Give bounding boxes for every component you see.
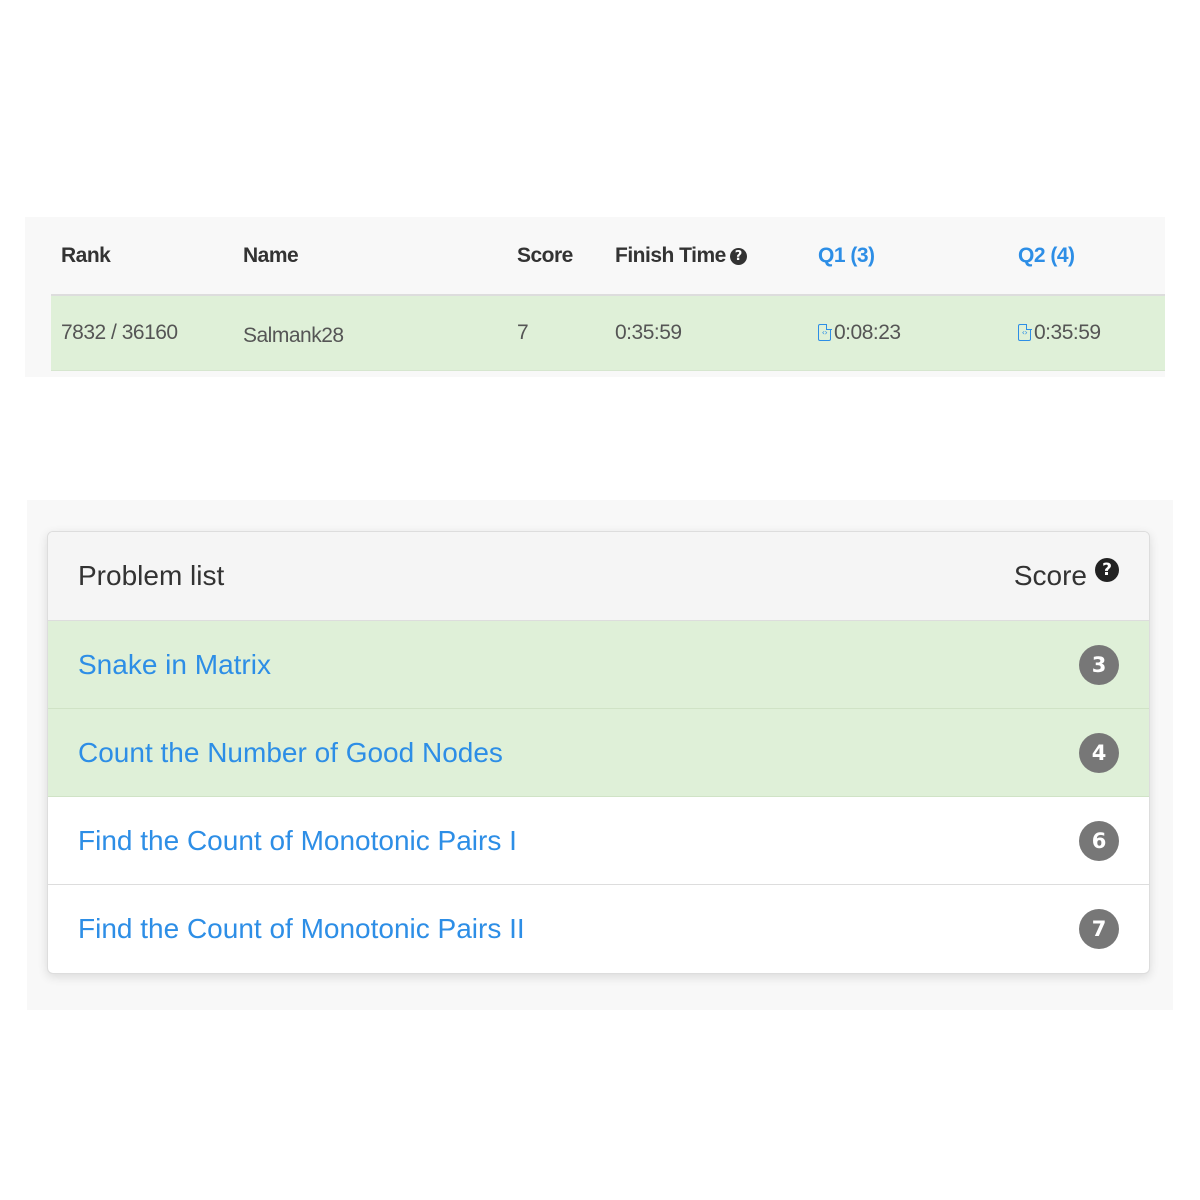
question-circle-icon[interactable]: ? (729, 247, 747, 265)
finish-time-header: Finish Time? (605, 217, 808, 296)
problem-link-monotonic-pairs-1[interactable]: Find the Count of Monotonic Pairs I (78, 825, 517, 857)
rank-cell: 7832 / 36160 (51, 295, 233, 371)
problem-score-badge: 6 (1079, 820, 1119, 861)
ranking-table: Rank Name Score Finish Time? Q1 (3) Q2 (… (51, 217, 1165, 371)
q1-header[interactable]: Q1 (3) (808, 217, 1008, 296)
q2-time-cell[interactable]: 0:35:59 (1008, 295, 1165, 371)
name-header: Name (233, 217, 507, 296)
user-name-cell: Salmank28 (233, 295, 507, 371)
ranking-header-row: Rank Name Score Finish Time? Q1 (3) Q2 (… (51, 217, 1165, 296)
problem-row-monotonic-pairs-1: Find the Count of Monotonic Pairs I 6 (48, 797, 1149, 885)
code-file-icon[interactable] (818, 323, 832, 341)
problem-link-snake-in-matrix[interactable]: Snake in Matrix (78, 649, 271, 681)
problem-row-count-good-nodes: Count the Number of Good Nodes 4 (48, 709, 1149, 797)
rank-header: Rank (51, 217, 233, 296)
problem-list-title: Problem list (78, 560, 225, 591)
ranking-panel: Rank Name Score Finish Time? Q1 (3) Q2 (… (25, 217, 1165, 377)
q2-time-value: 0:35:59 (1034, 321, 1101, 344)
problem-score-badge: 7 (1079, 909, 1119, 949)
q1-time-value: 0:08:23 (834, 321, 901, 344)
problem-list-header: Problem list Score ? (48, 532, 1149, 621)
score-column-label: Score (1013, 560, 1087, 591)
q1-time-cell[interactable]: 0:08:23 (808, 295, 1008, 371)
problem-link-monotonic-pairs-2[interactable]: Find the Count of Monotonic Pairs II (78, 913, 525, 945)
finish-time-header-label: Finish Time (615, 243, 726, 267)
finish-time-cell: 0:35:59 (605, 295, 808, 371)
problem-row-monotonic-pairs-2: Find the Count of Monotonic Pairs II 7 (48, 885, 1149, 973)
problem-row-snake-in-matrix: Snake in Matrix 3 (48, 621, 1149, 709)
q2-header[interactable]: Q2 (4) (1008, 217, 1165, 296)
problem-list-card: Problem list Score ? Snake in Matrix 3 C… (47, 531, 1150, 974)
ranking-row: 7832 / 36160 Salmank28 7 0:35:59 0:08:23… (51, 295, 1165, 371)
problem-link-count-good-nodes[interactable]: Count the Number of Good Nodes (78, 737, 503, 769)
score-cell: 7 (507, 295, 605, 371)
score-header: Score (507, 217, 605, 296)
problem-list-section: Problem list Score ? Snake in Matrix 3 C… (27, 500, 1173, 1010)
code-file-icon[interactable] (1018, 323, 1032, 341)
problem-score-badge: 4 (1079, 732, 1119, 773)
problem-score-badge: 3 (1079, 644, 1119, 685)
question-circle-icon[interactable]: ? (1095, 558, 1119, 582)
score-column-header: Score ? (1013, 558, 1119, 592)
